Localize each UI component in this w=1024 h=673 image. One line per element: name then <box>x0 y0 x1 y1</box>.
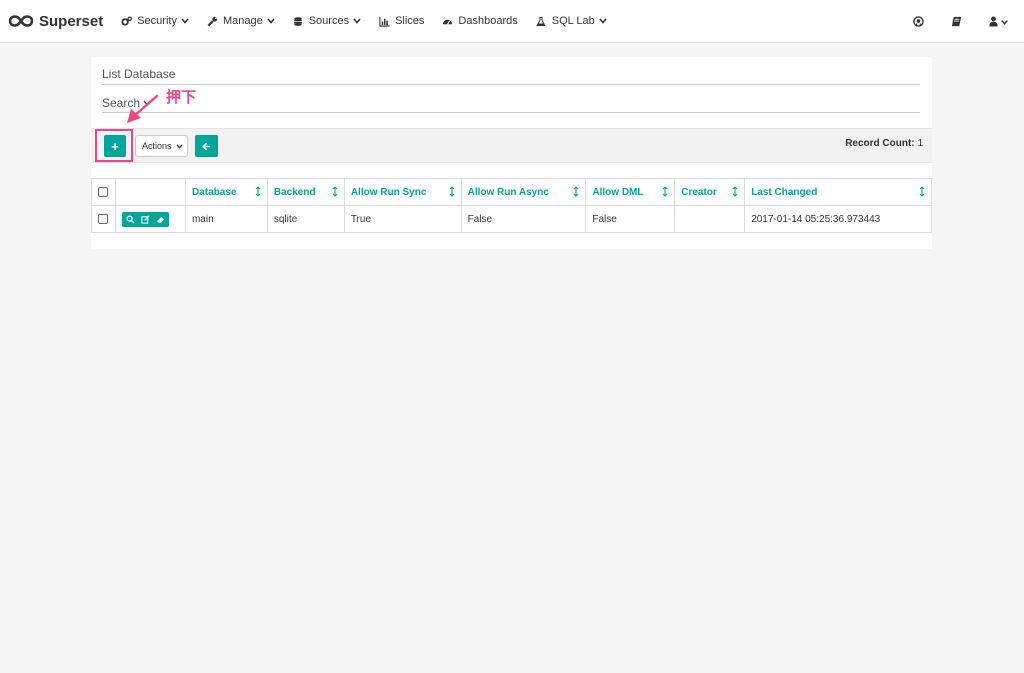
cell-last-changed: 2017-01-14 05:25:36.973443 <box>744 205 932 233</box>
annotation-highlight-box <box>95 129 133 162</box>
cell-backend: sqlite <box>266 205 345 233</box>
actions-dropdown[interactable]: Actions <box>135 135 188 157</box>
nav-item-label: Security <box>137 15 177 27</box>
cell-allow-run-async: False <box>460 205 587 233</box>
nav-menu: Security Manage Sources Slices Dashboard… <box>121 0 625 43</box>
record-count-label: Record Count: <box>845 138 915 149</box>
database-icon <box>293 16 304 27</box>
column-header-last-changed[interactable]: Last Changed <box>744 178 932 206</box>
annotation-arrow-icon <box>127 94 159 123</box>
table-header-row: Database Backend Allow Run Sync Allow Ru… <box>91 178 932 206</box>
nav-item-label: Dashboards <box>458 15 518 27</box>
actions-header <box>114 178 186 206</box>
arrow-left-icon <box>202 142 211 150</box>
nav-item-label: Slices <box>395 15 425 27</box>
sort-icon <box>919 186 925 197</box>
column-label: Allow Run Async <box>467 186 549 198</box>
annotation-label: 押下 <box>166 89 197 106</box>
nav-item-label: Manage <box>222 15 263 27</box>
search-divider <box>102 112 920 113</box>
back-button[interactable] <box>195 135 218 157</box>
nav-right <box>912 0 1024 43</box>
page-title: List Database <box>102 67 176 81</box>
github-icon[interactable] <box>912 16 924 28</box>
column-label: Creator <box>681 186 717 198</box>
row-select-cell <box>91 205 116 233</box>
nav-item-dashboards[interactable]: Dashboards <box>442 0 518 43</box>
column-label: Allow DML <box>592 186 644 198</box>
nav-item-sources[interactable]: Sources <box>293 0 361 43</box>
sort-icon <box>732 186 738 197</box>
sort-icon <box>662 186 668 197</box>
edit-icon[interactable] <box>141 214 150 224</box>
chevron-down-icon <box>176 143 182 149</box>
sort-icon <box>332 186 338 197</box>
sort-icon <box>449 186 454 197</box>
column-header-creator[interactable]: Creator <box>674 178 746 206</box>
sort-icon <box>574 186 579 197</box>
column-label: Allow Run Sync <box>350 186 427 198</box>
book-icon[interactable] <box>950 16 962 28</box>
brand-text: Superset <box>39 12 104 30</box>
search-icon[interactable] <box>126 214 135 224</box>
toolbar: + Actions Record Count: 1 <box>91 128 932 163</box>
nav-item-manage[interactable]: Manage <box>207 0 275 43</box>
cell-allow-dml: False <box>585 205 676 233</box>
column-header-allow-dml[interactable]: Allow DML <box>585 178 676 206</box>
cell-allow-run-sync: True <box>343 205 462 233</box>
row-checkbox[interactable] <box>98 213 108 224</box>
chevron-down-icon <box>267 18 275 24</box>
column-header-database[interactable]: Database <box>184 178 268 206</box>
flask-icon <box>536 16 547 27</box>
select-all-checkbox[interactable] <box>98 186 108 197</box>
sort-icon <box>255 186 261 197</box>
chevron-down-icon <box>181 18 189 24</box>
record-count: Record Count: 1 <box>845 138 923 149</box>
column-header-backend[interactable]: Backend <box>266 178 345 206</box>
database-table: Database Backend Allow Run Sync Allow Ru… <box>91 178 932 233</box>
cell-database: main <box>184 205 268 233</box>
title-divider <box>102 84 920 85</box>
cell-creator <box>674 205 746 233</box>
actions-label: Actions <box>142 141 172 151</box>
chevron-down-icon <box>599 18 607 24</box>
brand[interactable]: Superset <box>9 0 103 43</box>
cogs-icon <box>121 16 133 27</box>
row-action-buttons <box>121 211 169 227</box>
dashboard-icon <box>442 16 453 27</box>
user-icon[interactable] <box>988 16 1010 28</box>
column-label: Database <box>191 186 237 198</box>
column-header-allow-run-sync[interactable]: Allow Run Sync <box>343 178 462 206</box>
navbar: Superset Security Manage Sources Slices … <box>0 0 1024 43</box>
select-all-cell <box>91 178 116 206</box>
column-label: Last Changed <box>751 186 818 198</box>
row-actions-cell <box>114 205 186 233</box>
nav-item-sql-lab[interactable]: SQL Lab <box>536 0 607 43</box>
column-label: Backend <box>273 186 316 198</box>
nav-item-security[interactable]: Security <box>121 0 189 43</box>
chevron-down-icon <box>353 18 361 24</box>
wrench-icon <box>207 16 218 27</box>
nav-item-slices[interactable]: Slices <box>379 0 424 43</box>
column-header-allow-run-async[interactable]: Allow Run Async <box>460 178 587 206</box>
record-count-value: 1 <box>917 138 923 149</box>
table-row: main sqlite True False False 2017-01-14 … <box>91 205 932 233</box>
superset-logo-icon <box>9 15 33 27</box>
nav-item-label: Sources <box>308 15 350 27</box>
nav-item-label: SQL Lab <box>551 15 595 27</box>
bar-chart-icon <box>379 16 390 27</box>
eraser-icon[interactable] <box>156 215 165 224</box>
